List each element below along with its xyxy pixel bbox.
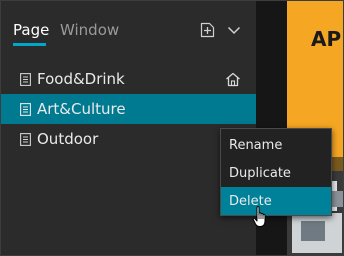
page-item-label: Food&Drink [37,70,125,88]
menu-item-label: Rename [229,138,283,153]
page-item-label: Outdoor [37,130,99,148]
add-page-button[interactable] [198,21,216,39]
home-icon [226,72,240,87]
pages-list: Food&Drink Art&Culture Outdoor [1,64,256,154]
delete-menu-item[interactable]: Delete [221,187,331,215]
page-item-label: Art&Culture [37,100,126,118]
hand-cursor-icon [252,206,266,227]
page-icon [20,73,31,86]
page-icon [20,133,31,146]
page-item-art-culture[interactable]: Art&Culture [1,94,256,124]
duplicate-menu-item[interactable]: Duplicate [221,159,331,187]
pages-panel: Page Window Food&Drink Art&Culture Outdo… [1,1,256,255]
page-item-food-drink[interactable]: Food&Drink [1,64,256,94]
page-icon [20,103,31,116]
chevron-down-icon [227,26,241,35]
page-item-outdoor[interactable]: Outdoor [1,124,256,154]
panel-tabs: Page Window [1,1,256,61]
menu-item-label: Duplicate [229,166,291,181]
tab-page[interactable]: Page [13,21,49,39]
active-tab-indicator [13,43,46,46]
rename-menu-item[interactable]: Rename [221,131,331,159]
context-menu: Rename Duplicate Delete [220,128,332,216]
preview-title: AP [311,27,342,51]
panel-options-button[interactable] [225,21,243,39]
app-window: Page Window Food&Drink Art&Culture Outdo… [0,0,344,256]
add-square-icon [200,22,215,38]
tab-window[interactable]: Window [60,21,119,39]
